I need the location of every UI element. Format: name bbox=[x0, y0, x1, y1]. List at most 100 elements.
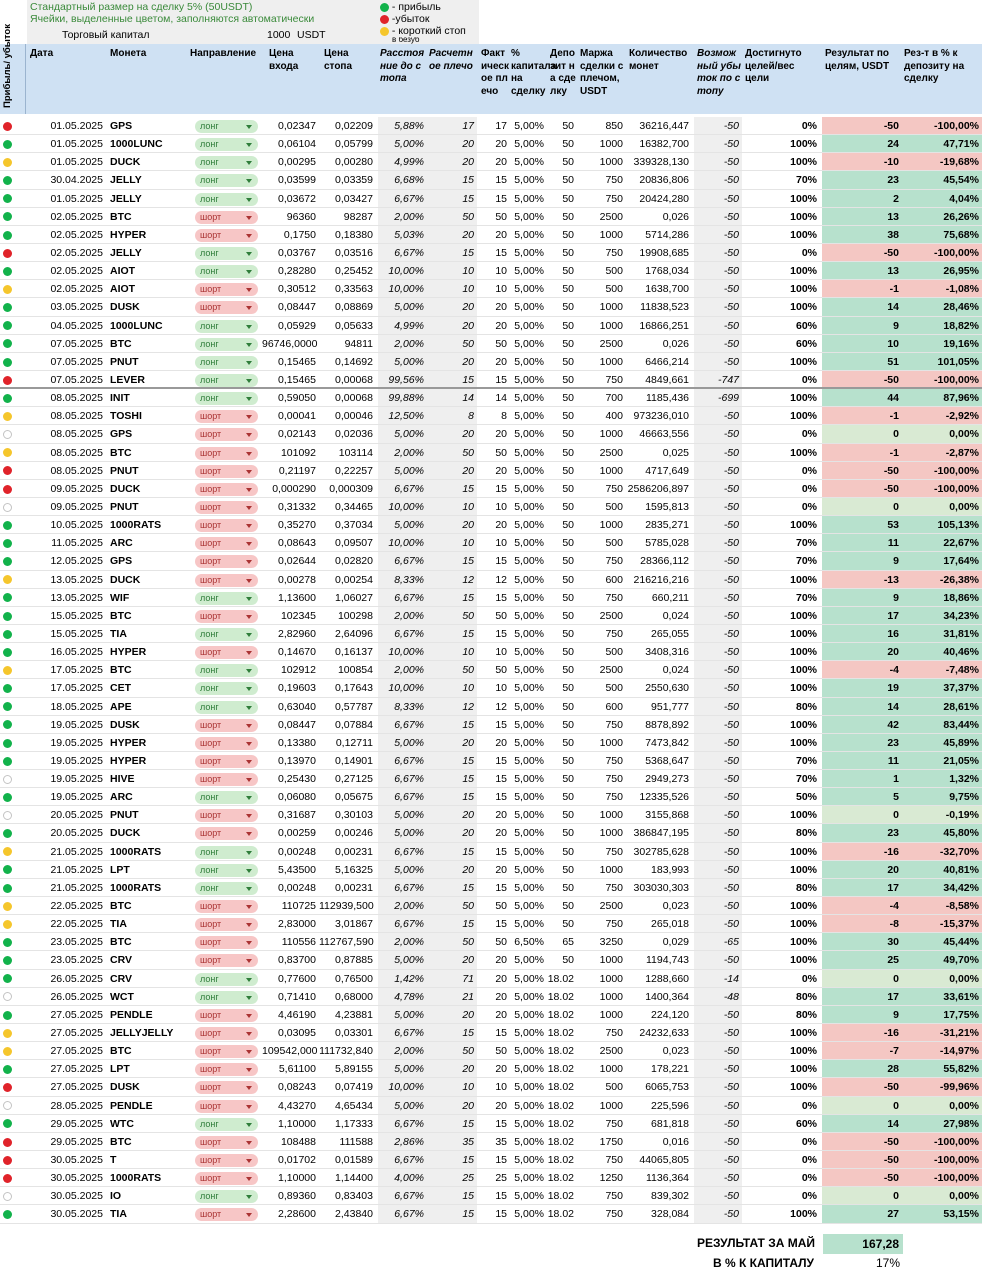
direction-dropdown[interactable]: лонг bbox=[195, 120, 258, 133]
info-panel: Стандартный размер на сделку 5% (50USDT)… bbox=[27, 0, 479, 44]
direction-dropdown[interactable]: шорт bbox=[195, 1172, 258, 1186]
cell-result-pct: 0,00% bbox=[902, 1096, 982, 1114]
cell-coin: GPS bbox=[110, 555, 133, 568]
direction-dropdown[interactable]: шорт bbox=[195, 646, 258, 660]
cell-result: -1 bbox=[822, 443, 902, 461]
cell-date: 01.05.2025 bbox=[50, 156, 103, 169]
direction-dropdown[interactable]: шорт bbox=[195, 446, 258, 460]
profit-dot-icon bbox=[380, 2, 389, 12]
direction-dropdown[interactable]: шорт bbox=[195, 827, 258, 841]
direction-dropdown[interactable]: лонг bbox=[195, 881, 258, 895]
cell-entry: 0,77600 bbox=[278, 972, 316, 985]
cell-fact-leverage: 50 bbox=[495, 664, 507, 677]
direction-dropdown[interactable]: лонг bbox=[195, 392, 258, 406]
cell-pct-capital: 5,00% bbox=[514, 228, 544, 241]
direction-dropdown[interactable]: шорт bbox=[195, 1027, 258, 1041]
cell-coin: BTC bbox=[110, 446, 132, 459]
table-row: 13.05.2025 WIF 1,13600 1,06027 6,67% 15 15 5,00… bbox=[0, 588, 982, 607]
direction-dropdown[interactable]: лонг bbox=[195, 627, 258, 641]
cell-targets: 0% bbox=[801, 1135, 817, 1148]
cell-margin: 1000 bbox=[599, 990, 623, 1003]
direction-dropdown[interactable]: шорт bbox=[195, 809, 258, 823]
direction-dropdown[interactable]: лонг bbox=[195, 174, 258, 188]
cell-targets: 0% bbox=[801, 120, 817, 132]
table-row: 02.05.2025 JELLY 0,03767 0,03516 6,67% 15 15 5,… bbox=[0, 243, 982, 263]
direction-dropdown[interactable]: шорт bbox=[195, 482, 258, 496]
direction-dropdown[interactable]: шорт bbox=[195, 500, 258, 514]
cell-pct-capital: 5,00% bbox=[514, 609, 544, 622]
cell-distance: 1,42% bbox=[378, 969, 427, 987]
direction-dropdown[interactable]: шорт bbox=[195, 1154, 258, 1168]
cell-fact-leverage: 12 bbox=[495, 700, 507, 713]
cell-result: 13 bbox=[822, 207, 902, 225]
cell-qty: 0,026 bbox=[662, 337, 689, 350]
direction-dropdown[interactable]: лонг bbox=[195, 319, 258, 333]
direction-dropdown[interactable]: лонг bbox=[195, 845, 258, 859]
cell-result: 25 bbox=[822, 951, 902, 969]
cell-stop: 0,07419 bbox=[335, 1081, 373, 1094]
direction-dropdown[interactable]: лонг bbox=[195, 373, 258, 387]
direction-dropdown[interactable]: лонг bbox=[195, 791, 258, 805]
cell-pct-capital: 5,00% bbox=[514, 809, 544, 822]
direction-dropdown[interactable]: лонг bbox=[195, 138, 258, 152]
cell-pct-capital: 5,00% bbox=[514, 500, 544, 513]
direction-dropdown[interactable]: лонг bbox=[195, 664, 258, 678]
direction-dropdown[interactable]: шорт bbox=[195, 555, 258, 569]
direction-dropdown[interactable]: шорт bbox=[195, 301, 258, 315]
direction-dropdown[interactable]: лонг bbox=[195, 1117, 258, 1131]
col-result: Результат по целям, USDT bbox=[825, 48, 890, 72]
direction-dropdown[interactable]: шорт bbox=[195, 283, 258, 297]
direction-dropdown[interactable]: лонг bbox=[195, 265, 258, 279]
cell-entry: 5,43500 bbox=[278, 863, 316, 876]
direction-dropdown[interactable]: лонг bbox=[195, 355, 258, 369]
direction-dropdown[interactable]: шорт bbox=[195, 718, 258, 732]
cell-deposit: 50 bbox=[562, 246, 574, 259]
direction-dropdown[interactable]: шорт bbox=[195, 918, 258, 932]
table-row: 08.05.2025 TOSHI 0,00041 0,00046 12,50% 8 8 5,0… bbox=[0, 407, 982, 426]
direction-dropdown[interactable]: шорт bbox=[195, 1063, 258, 1077]
cell-result: 2 bbox=[822, 189, 902, 207]
direction-dropdown[interactable]: шорт bbox=[195, 1081, 258, 1095]
direction-dropdown[interactable]: шорт bbox=[195, 954, 258, 968]
direction-dropdown[interactable]: лонг bbox=[195, 972, 258, 986]
direction-dropdown[interactable]: шорт bbox=[195, 537, 258, 551]
cell-calc-leverage: 20 bbox=[427, 733, 477, 751]
direction-dropdown[interactable]: лонг bbox=[195, 682, 258, 696]
direction-dropdown[interactable]: шорт bbox=[195, 228, 258, 242]
direction-dropdown[interactable]: лонг bbox=[195, 863, 258, 877]
cell-pct-capital: 5,00% bbox=[514, 337, 544, 350]
direction-dropdown[interactable]: шорт bbox=[195, 428, 258, 442]
cell-date: 07.05.2025 bbox=[50, 355, 103, 368]
direction-dropdown[interactable]: лонг bbox=[195, 156, 258, 170]
status-green-icon bbox=[3, 339, 12, 349]
direction-dropdown[interactable]: шорт bbox=[195, 519, 258, 533]
direction-dropdown[interactable]: лонг bbox=[195, 337, 258, 351]
direction-dropdown[interactable]: шорт bbox=[195, 609, 258, 623]
cell-deposit: 50 bbox=[562, 609, 574, 622]
direction-dropdown[interactable]: шорт bbox=[195, 410, 258, 424]
direction-dropdown[interactable]: шорт bbox=[195, 736, 258, 750]
direction-dropdown[interactable]: шорт bbox=[195, 754, 258, 768]
direction-dropdown[interactable]: лонг bbox=[195, 990, 258, 1004]
cell-coin: AIOT bbox=[110, 265, 136, 278]
cell-deposit: 50 bbox=[562, 337, 574, 350]
table-row: 09.05.2025 PNUT 0,31332 0,34465 10,00% 10 10 5,… bbox=[0, 497, 982, 517]
direction-dropdown[interactable]: шорт bbox=[195, 773, 258, 787]
direction-dropdown[interactable]: лонг bbox=[195, 700, 258, 714]
direction-dropdown[interactable]: шорт bbox=[195, 1008, 258, 1022]
direction-dropdown[interactable]: шорт bbox=[195, 1045, 258, 1059]
cell-coin: GPS bbox=[110, 428, 133, 441]
direction-dropdown[interactable]: шорт bbox=[195, 210, 258, 224]
direction-dropdown[interactable]: шорт bbox=[195, 936, 258, 950]
direction-dropdown[interactable]: шорт bbox=[195, 1099, 258, 1113]
direction-dropdown[interactable]: шорт bbox=[195, 1208, 258, 1222]
direction-dropdown[interactable]: лонг bbox=[195, 246, 258, 260]
direction-dropdown[interactable]: лонг bbox=[195, 192, 258, 206]
direction-dropdown[interactable]: шорт bbox=[195, 1135, 258, 1149]
direction-dropdown[interactable]: шорт bbox=[195, 573, 258, 587]
direction-dropdown[interactable]: шорт bbox=[195, 900, 258, 914]
direction-dropdown[interactable]: лонг bbox=[195, 591, 258, 605]
direction-dropdown[interactable]: шорт bbox=[195, 464, 258, 478]
direction-dropdown[interactable]: лонг bbox=[195, 1190, 258, 1204]
cell-stop: 2,64096 bbox=[335, 627, 373, 640]
